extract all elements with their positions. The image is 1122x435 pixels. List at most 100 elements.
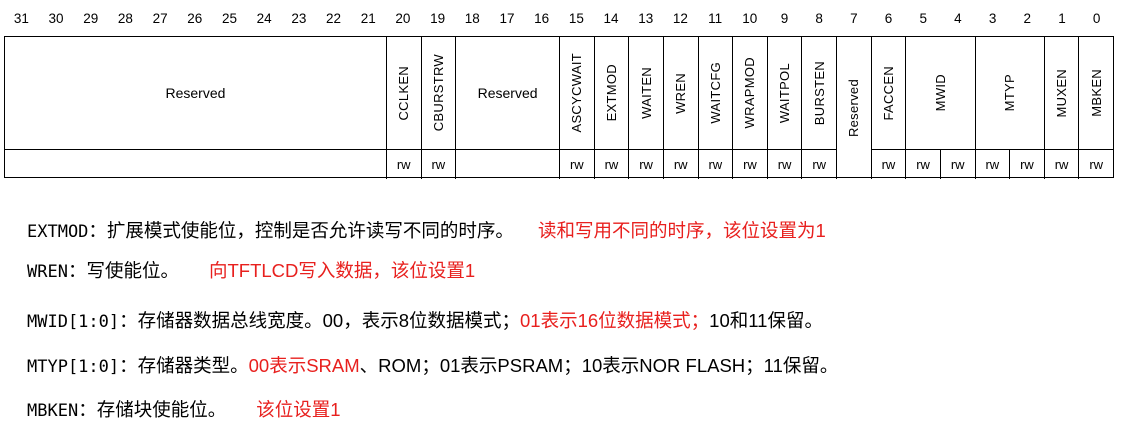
register-field-waitpol: WAITPOL	[766, 37, 802, 149]
desc-key: MBKEN	[27, 401, 79, 421]
bit-number: 31	[13, 11, 29, 26]
bit-number: 10	[742, 11, 758, 26]
field-label: Reserved	[165, 85, 226, 101]
register-field-cclken: CCLKEN	[385, 37, 421, 149]
bit-number: 28	[117, 11, 133, 26]
bit-number: 20	[395, 11, 411, 26]
bit-number: 1	[1058, 11, 1066, 26]
desc-mbken: MBKEN：存储块使能位。 该位设置1	[27, 397, 341, 424]
desc-wren: WREN：写使能位。 向TFTLCD写入数据，该位设置1	[27, 258, 475, 285]
access-cell: rw	[1043, 149, 1079, 179]
desc-note: 读和写用不同的时序，该位设置为1	[537, 220, 826, 241]
access-cell: rw	[766, 149, 802, 179]
access-cell: rw	[974, 149, 1010, 179]
bit-number: 27	[152, 11, 168, 26]
desc-note: 向TFTLCD写入数据，该位设置1	[208, 260, 476, 281]
register-field-mbken: MBKEN	[1078, 37, 1113, 149]
access-cell: rw	[420, 149, 456, 179]
bit-number: 8	[815, 11, 823, 26]
desc-note: 该位设置1	[256, 399, 341, 420]
bit-number: 7	[850, 11, 858, 26]
access-cell: rw	[385, 149, 421, 179]
register-field-mtyp: MTYP	[974, 37, 1044, 149]
field-label: BURSTEN	[811, 60, 827, 126]
bit-number: 3	[988, 11, 997, 26]
desc-highlight: 00表示SRAM	[248, 355, 360, 376]
access-cell: rw	[662, 149, 698, 179]
field-label: Reserved	[846, 78, 862, 138]
bit-number: 17	[499, 11, 515, 26]
field-label: CBURSTRW	[430, 54, 446, 132]
register-field-waiten: WAITEN	[628, 37, 663, 149]
bit-number: 18	[464, 11, 480, 26]
register-field-wren: WREN	[662, 37, 698, 149]
bit-number: 0	[1092, 11, 1101, 26]
access-cell: rw	[1009, 149, 1044, 179]
field-label: WAITPOL	[777, 62, 793, 124]
desc-text: ：写使能位。	[67, 260, 179, 281]
register-field-reserved: Reserved	[836, 37, 871, 179]
register-field-wrapmod: WRAPMOD	[732, 37, 767, 149]
field-label: MWID	[932, 74, 948, 112]
bit-number: 24	[256, 11, 272, 26]
access-cell: rw	[593, 149, 629, 179]
desc-highlight: 01表示16位数据模式；	[520, 310, 710, 331]
field-label: WRAPMOD	[742, 57, 758, 129]
bit-number: 14	[603, 11, 619, 26]
desc-key: MWID[1:0]	[27, 312, 120, 332]
access-cell: rw	[870, 149, 906, 179]
access-cell-empty	[455, 149, 559, 179]
register-field-ascycwait: ASCYCWAIT	[559, 37, 594, 149]
desc-mtyp: MTYP[1:0]：存储器类型。00表示SRAM、ROM；01表示PSRAM；1…	[27, 353, 838, 380]
field-label: MTYP	[1002, 74, 1018, 112]
bit-number-header: 31 30 29 28 27 26 25 24 23 22 21 20 19 18 17 16 15 14 13 12…	[4, 8, 1114, 30]
bit-number: 21	[360, 11, 376, 26]
access-cell: rw	[628, 149, 663, 179]
register-diagram: Reserved CCLKEN CBURSTRW Reserved ASCYCWAIT E…	[4, 36, 1114, 179]
desc-mwid: MWID[1:0]：存储器数据总线宽度。00，表示8位数据模式；01表示16位数…	[27, 308, 823, 335]
access-cell: rw	[559, 149, 594, 179]
field-label: WREN	[673, 72, 689, 114]
bit-number: 25	[221, 11, 237, 26]
field-label: MBKEN	[1088, 69, 1104, 117]
bit-number: 11	[708, 11, 723, 26]
desc-text: ：扩展模式使能位，控制是否允许读写不同的时序。	[88, 220, 514, 241]
bit-number: 23	[291, 11, 307, 26]
register-field-bursten: BURSTEN	[801, 37, 836, 149]
access-cell: rw	[939, 149, 975, 179]
register-field-extmod: EXTMOD	[593, 37, 629, 149]
field-label: WAITEN	[638, 67, 654, 119]
bit-number: 16	[534, 11, 550, 26]
bit-number: 26	[187, 11, 203, 26]
field-label: EXTMOD	[603, 64, 619, 122]
register-field-reserved: Reserved	[455, 37, 559, 149]
desc-text: ：存储器类型。	[119, 355, 249, 376]
desc-key: WREN	[27, 262, 68, 282]
field-label: Reserved	[477, 85, 538, 101]
field-label: WAITCFG	[707, 62, 723, 124]
desc-text: ：存储块使能位。	[78, 399, 227, 420]
register-field-mwid: MWID	[905, 37, 974, 149]
access-cell: rw	[732, 149, 767, 179]
bit-number: 13	[638, 11, 654, 26]
bit-number: 6	[884, 11, 893, 26]
access-cell: rw	[697, 149, 733, 179]
bit-number: 5	[919, 11, 927, 26]
bit-number: 4	[954, 11, 962, 26]
register-field-reserved: Reserved	[5, 37, 386, 149]
bit-number: 15	[568, 11, 584, 26]
desc-extmod: EXTMOD：扩展模式使能位，控制是否允许读写不同的时序。 读和写用不同的时序，该…	[27, 218, 826, 245]
access-cell: rw	[905, 149, 940, 179]
desc-key: MTYP[1:0]	[27, 357, 120, 377]
field-label: ASCYCWAIT	[569, 53, 585, 133]
bit-number: 12	[672, 11, 688, 26]
field-label: MUXEN	[1054, 68, 1070, 118]
register-field-faccen: FACCEN	[870, 37, 906, 149]
access-cell: rw	[1078, 149, 1113, 179]
field-label: CCLKEN	[396, 65, 412, 121]
access-cell: rw	[801, 149, 836, 179]
bit-number: 9	[780, 11, 789, 26]
register-field-muxen: MUXEN	[1043, 37, 1079, 149]
desc-text-tail: 、ROM；01表示PSRAM；10表示NOR FLASH；11保留。	[359, 355, 839, 376]
access-cell-empty	[5, 149, 386, 179]
